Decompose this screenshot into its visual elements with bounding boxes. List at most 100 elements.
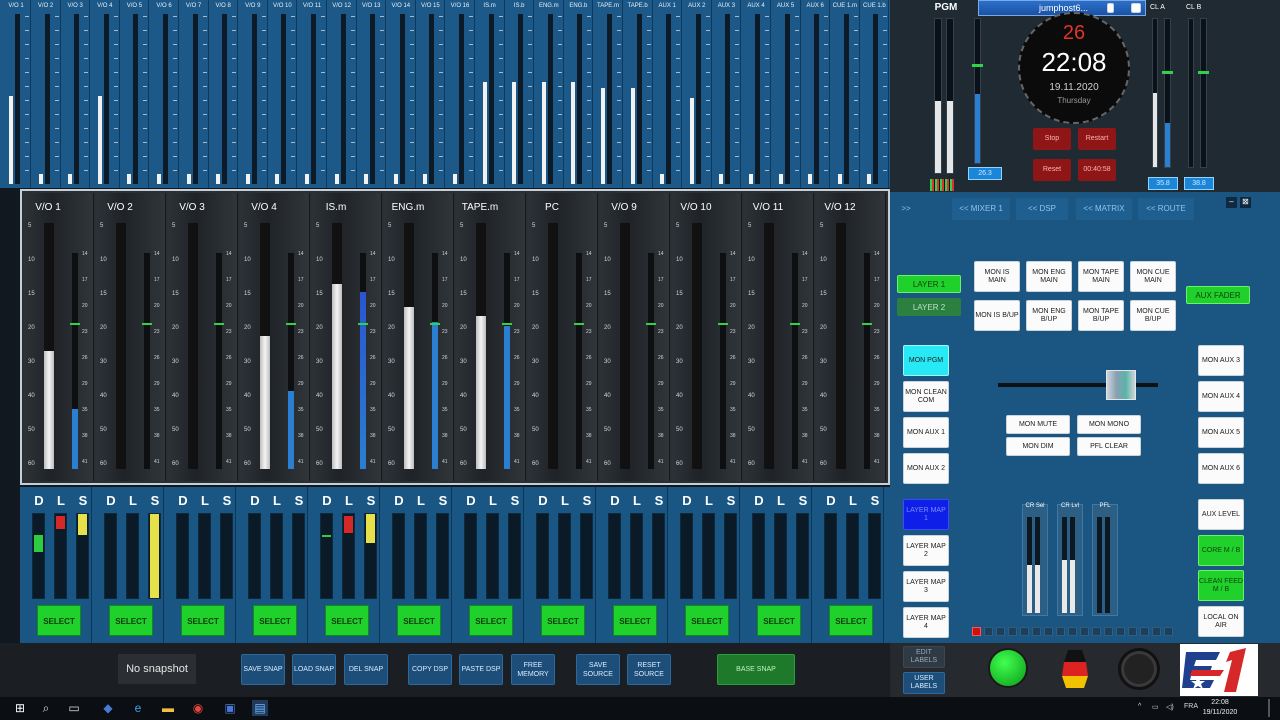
layer-map-button[interactable]: LAYER MAP 1 bbox=[903, 499, 949, 530]
select-button[interactable]: SELECT bbox=[829, 605, 873, 636]
mon-control-button[interactable]: PFL CLEAR bbox=[1077, 437, 1141, 456]
clean-feed-button[interactable]: CLEAN FEED M / B bbox=[1198, 570, 1244, 601]
select-button[interactable]: SELECT bbox=[613, 605, 657, 636]
nav-dsp-button[interactable]: << DSP bbox=[1016, 198, 1068, 220]
mon-source-button[interactable]: MON TAPE MAIN bbox=[1078, 261, 1124, 292]
load-snap-button[interactable]: LOAD SNAP bbox=[292, 654, 336, 685]
tray-language[interactable]: FRA bbox=[1184, 703, 1198, 710]
nav-matrix-button[interactable]: << MATRIX bbox=[1076, 198, 1132, 220]
mon-source-button[interactable]: MON IS B/UP bbox=[974, 300, 1020, 331]
mon-source-button[interactable]: MON CUE B/UP bbox=[1130, 300, 1176, 331]
overview-channel: V/O 8 bbox=[209, 0, 239, 188]
local-on-air-button[interactable]: LOCAL ON AIR bbox=[1198, 606, 1244, 637]
timer-reset-button[interactable]: Reset bbox=[1033, 159, 1071, 181]
monitor-meter-track bbox=[1062, 517, 1067, 613]
layer-map-button[interactable]: LAYER MAP 4 bbox=[903, 607, 949, 638]
select-button[interactable]: SELECT bbox=[325, 605, 369, 636]
free-memory-button[interactable]: FREE MEMORY bbox=[511, 654, 555, 685]
taskbar-clock[interactable]: 22:08 19/11/2020 bbox=[1200, 698, 1240, 718]
mon-source-button[interactable]: MON ENG MAIN bbox=[1026, 261, 1072, 292]
select-button[interactable]: SELECT bbox=[397, 605, 441, 636]
mon-source-button[interactable]: MON ENG B/UP bbox=[1026, 300, 1072, 331]
mon-right-button[interactable]: MON AUX 4 bbox=[1198, 381, 1244, 412]
nav-route-button[interactable]: << ROUTE bbox=[1138, 198, 1194, 220]
app-icon-2[interactable]: ▣ bbox=[222, 700, 238, 716]
monitor-fader-knob[interactable] bbox=[1106, 370, 1136, 400]
channel-fader[interactable] bbox=[260, 223, 270, 469]
channel-fader[interactable] bbox=[332, 223, 342, 469]
paste-dsp-button[interactable]: PASTE DSP bbox=[459, 654, 503, 685]
select-button[interactable]: SELECT bbox=[757, 605, 801, 636]
mon-left-button[interactable]: MON AUX 1 bbox=[903, 417, 949, 448]
tray-volume-icon[interactable]: ◁) bbox=[1166, 703, 1174, 711]
close-icon[interactable]: ✕ bbox=[1131, 3, 1141, 13]
copy-dsp-button[interactable]: COPY DSP bbox=[408, 654, 452, 685]
layer-map-button[interactable]: LAYER MAP 2 bbox=[903, 535, 949, 566]
channel-fader[interactable] bbox=[836, 223, 846, 469]
select-button[interactable]: SELECT bbox=[253, 605, 297, 636]
minimize-icon[interactable]: – bbox=[1107, 3, 1115, 13]
base-snap-button[interactable]: BASE SNAP bbox=[717, 654, 795, 685]
select-button[interactable]: SELECT bbox=[181, 605, 225, 636]
channel-fader[interactable] bbox=[188, 223, 198, 469]
panel-close-icon[interactable]: ⊠ bbox=[1240, 197, 1251, 208]
del-snap-button[interactable]: DEL SNAP bbox=[344, 654, 388, 685]
timer-stop-button[interactable]: Stop bbox=[1033, 128, 1071, 150]
mon-right-button[interactable]: MON AUX 5 bbox=[1198, 417, 1244, 448]
select-button[interactable]: SELECT bbox=[541, 605, 585, 636]
layer-2-button[interactable]: LAYER 2 bbox=[897, 298, 961, 316]
channel-fader[interactable] bbox=[548, 223, 558, 469]
mon-source-button[interactable]: MON TAPE B/UP bbox=[1078, 300, 1124, 331]
mon-control-button[interactable]: MON MUTE bbox=[1006, 415, 1070, 434]
search-icon[interactable]: ⌕ bbox=[38, 700, 54, 716]
mon-source-button[interactable]: MON CUE MAIN bbox=[1130, 261, 1176, 292]
mon-source-button[interactable]: MON IS MAIN bbox=[974, 261, 1020, 292]
show-desktop-button[interactable] bbox=[1268, 699, 1270, 717]
save-source-button[interactable]: SAVE SOURCE bbox=[576, 654, 620, 685]
channel-fader[interactable] bbox=[44, 223, 54, 469]
task-view-icon[interactable]: ▭ bbox=[66, 700, 82, 716]
mon-right-button[interactable]: MON AUX 6 bbox=[1198, 453, 1244, 484]
remote-desktop-icon[interactable]: ▤ bbox=[252, 700, 268, 716]
mon-left-button[interactable]: MON PGM bbox=[903, 345, 949, 376]
windows-start-icon[interactable]: ⊞ bbox=[12, 700, 28, 716]
select-button[interactable]: SELECT bbox=[685, 605, 729, 636]
channel-fader[interactable] bbox=[620, 223, 630, 469]
mon-left-button[interactable]: MON CLEAN COM bbox=[903, 381, 949, 412]
dls-meter-s bbox=[292, 513, 305, 599]
aux-fader-button[interactable]: AUX FADER bbox=[1186, 286, 1250, 304]
app-icon-1[interactable]: ◆ bbox=[100, 700, 116, 716]
channel-fader[interactable] bbox=[404, 223, 414, 469]
select-button[interactable]: SELECT bbox=[469, 605, 513, 636]
edit-labels-button[interactable]: EDIT LABELS bbox=[903, 646, 945, 668]
panel-minimize-icon[interactable]: – bbox=[1226, 197, 1237, 208]
chrome-icon[interactable]: ◉ bbox=[190, 700, 206, 716]
tray-chevron-icon[interactable]: ^ bbox=[1138, 703, 1141, 710]
select-button[interactable]: SELECT bbox=[109, 605, 153, 636]
channel-fader[interactable] bbox=[692, 223, 702, 469]
mixer-channel-strip: V/O 10 5 10 15 20 30 40 50 60 14 17 20 23 26 29 35 38 41 bbox=[672, 193, 742, 481]
mon-control-button[interactable]: MON MONO bbox=[1077, 415, 1141, 434]
select-button[interactable]: SELECT bbox=[37, 605, 81, 636]
layer-map-button[interactable]: LAYER MAP 3 bbox=[903, 571, 949, 602]
folder-icon[interactable]: ▬ bbox=[160, 700, 176, 716]
layer-1-button[interactable]: LAYER 1 bbox=[897, 275, 961, 293]
channel-fader[interactable] bbox=[116, 223, 126, 469]
channel-fader[interactable] bbox=[764, 223, 774, 469]
dls-meter-l bbox=[270, 513, 283, 599]
expand-button[interactable]: >> bbox=[894, 198, 918, 220]
channel-fader[interactable] bbox=[476, 223, 486, 469]
mon-right-button[interactable]: MON AUX 3 bbox=[1198, 345, 1244, 376]
aux-level-button[interactable]: AUX LEVEL bbox=[1198, 499, 1244, 530]
user-labels-button[interactable]: USER LABELS bbox=[903, 672, 945, 694]
reset-source-button[interactable]: RESET SOURCE bbox=[627, 654, 671, 685]
tray-network-icon[interactable]: ▭ bbox=[1152, 703, 1159, 711]
save-snap-button[interactable]: SAVE SNAP bbox=[241, 654, 285, 685]
meter-scale-tick: 14 bbox=[442, 251, 448, 257]
core-button[interactable]: CORE M / B bbox=[1198, 535, 1244, 566]
mon-control-button[interactable]: MON DIM bbox=[1006, 437, 1070, 456]
edge-icon[interactable]: e bbox=[130, 700, 146, 716]
nav-mixer-button[interactable]: << MIXER 1 bbox=[952, 198, 1010, 220]
mon-left-button[interactable]: MON AUX 2 bbox=[903, 453, 949, 484]
timer-restart-button[interactable]: Restart bbox=[1078, 128, 1116, 150]
